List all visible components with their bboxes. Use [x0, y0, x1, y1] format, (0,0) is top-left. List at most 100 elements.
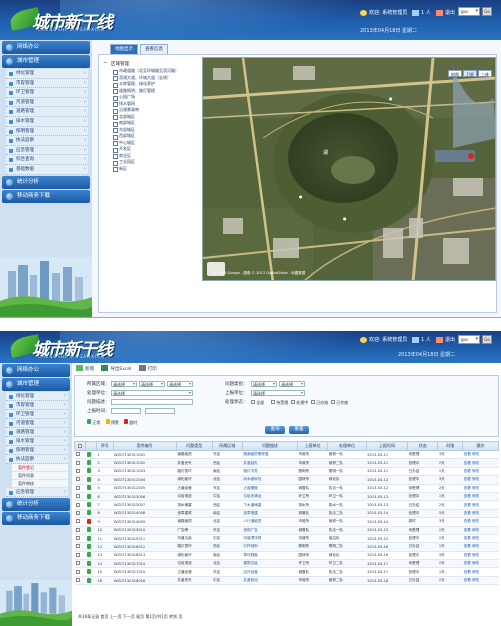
cell-4[interactable]: 违章搭建: [242, 509, 298, 519]
sidebar-section-office[interactable]: 网络办公: [2, 364, 70, 377]
row-checkbox[interactable]: [75, 544, 80, 549]
cell-10[interactable]: 查看 修改: [462, 534, 499, 544]
row-checkbox[interactable]: [75, 519, 80, 524]
sidebar-section-office[interactable]: 网络办公: [2, 41, 90, 54]
sidebar-item-6[interactable]: 照明管理: [6, 446, 68, 455]
row-checkbox-cell[interactable]: [74, 475, 86, 485]
cell-4[interactable]: 树木被砍伐: [242, 475, 298, 485]
sidebar-item-2[interactable]: 环卫管理: [6, 410, 68, 419]
table-row[interactable]: 16 WZCF130318016 井盖丢失 中区 井盖松动 市政所 维修二队 2013-03-…: [74, 576, 499, 586]
cell-4[interactable]: 井盖松动: [242, 576, 298, 586]
cell-4[interactable]: 路面破损需修复: [242, 450, 298, 460]
table-row[interactable]: 6 WZCF130313006 垃圾堆放 中区 垃圾未清运 环卫所 环卫一队 2013-03-…: [74, 492, 499, 502]
row-checkbox[interactable]: [75, 468, 80, 473]
table-row[interactable]: 3 WZCF130311003 路灯损坏 南区 路灯不亮 照明所 照明一队 2013-03-1…: [74, 467, 499, 477]
go-button[interactable]: Go: [482, 335, 492, 344]
sidebar-item-7[interactable]: 执法监察: [6, 136, 88, 146]
cell-4[interactable]: 下水道堵塞: [242, 500, 298, 510]
map-button-3d[interactable]: 三维: [478, 70, 492, 77]
row-checkbox-cell[interactable]: [74, 542, 86, 552]
row-checkbox-cell[interactable]: [74, 534, 86, 544]
sidebar-subitem-2[interactable]: 案件审核: [12, 480, 68, 488]
column-header-2[interactable]: 问题类型: [175, 441, 213, 451]
cell-10[interactable]: 查看 修改: [462, 458, 499, 468]
column-header-0[interactable]: 序号: [96, 441, 114, 451]
online-count[interactable]: 1 人: [412, 336, 431, 343]
satellite-map[interactable]: 湖 ● ● ● 地图 卫星 三维 © 2013 Google - 图像 © 2013…: [202, 57, 496, 281]
sidebar-section-download[interactable]: 移动商务下载: [2, 189, 90, 203]
column-header-5[interactable]: 上报单位: [296, 441, 329, 451]
cell-4[interactable]: 灯杆倾斜: [242, 542, 298, 552]
row-checkbox[interactable]: [75, 510, 80, 515]
filter-select-category[interactable]: 请选择: [251, 381, 277, 387]
cell-10[interactable]: 查看 修改: [462, 576, 499, 586]
table-row[interactable]: 9 WZCF130314009 道路破损 北区 人行道破损 市政所 维修一队 2013-03-…: [74, 517, 499, 527]
tab-map-display[interactable]: 地图显示: [110, 44, 138, 54]
sidebar-section-city[interactable]: 城市管理: [2, 378, 70, 391]
row-checkbox[interactable]: [75, 460, 80, 465]
sidebar-item-6[interactable]: 照明管理: [6, 126, 88, 137]
map-button-satellite[interactable]: 卫星: [463, 70, 477, 77]
sidebar-item-5[interactable]: 排水管理: [6, 116, 88, 127]
row-checkbox-cell[interactable]: [74, 450, 86, 460]
cell-10[interactable]: 查看 修改: [462, 492, 499, 502]
sidebar-item-3[interactable]: 河道管理: [6, 419, 68, 428]
cell-10[interactable]: 查看 修改: [462, 526, 499, 535]
cell-10[interactable]: 查看 修改: [462, 450, 499, 460]
table-row[interactable]: 11 WZCF130315011 河道污染 中区 河道漂浮物 河道所 保洁队 2013-03-…: [74, 534, 499, 544]
sidebar-item-0[interactable]: 绿化管理: [6, 69, 88, 79]
row-checkbox[interactable]: [75, 578, 80, 583]
filter-input-desc[interactable]: [111, 399, 193, 405]
table-row[interactable]: 7 WZCF130313007 排水堵塞 西区 下水道堵塞 排水所 排水一队 2013-03-…: [74, 500, 499, 510]
cell-10[interactable]: 查看 修改: [462, 559, 499, 569]
exit-link[interactable]: 退出: [436, 9, 455, 16]
column-header-3[interactable]: 所属区域: [211, 441, 243, 451]
row-checkbox[interactable]: [75, 569, 80, 574]
sidebar-section-city[interactable]: 城市管理: [2, 55, 90, 68]
sidebar-item-4[interactable]: 道路管理: [6, 428, 68, 437]
column-header-10[interactable]: 操作: [462, 441, 499, 451]
status-option-1[interactable]: 待受理: [271, 400, 288, 406]
row-checkbox-cell[interactable]: [74, 500, 86, 510]
sidebar-subitem-1[interactable]: 案件列表: [12, 472, 68, 480]
tab-view-info[interactable]: 查看信息: [140, 44, 168, 54]
cell-4[interactable]: 河道漂浮物: [242, 534, 298, 544]
cell-10[interactable]: 查看 修改: [462, 517, 499, 527]
filter-select-reporter[interactable]: 请选择: [251, 390, 305, 396]
cell-4[interactable]: 占道摆摊: [242, 484, 298, 493]
row-checkbox-cell[interactable]: [74, 467, 86, 477]
sidebar-section-stats[interactable]: 统计分析: [2, 175, 90, 189]
row-checkbox[interactable]: [75, 502, 80, 507]
filter-select-community[interactable]: 请选择: [167, 381, 193, 387]
tree-node-15[interactable]: 新区: [103, 166, 198, 173]
row-checkbox-cell[interactable]: [74, 517, 86, 527]
filter-input-date-end[interactable]: [145, 408, 175, 414]
row-checkbox[interactable]: [75, 561, 80, 566]
sidebar-item-7[interactable]: 执法监察: [6, 455, 68, 464]
map-button-map[interactable]: 地图: [448, 70, 462, 77]
lang-select[interactable]: gov: [458, 335, 480, 344]
filter-select-handler[interactable]: 请选择: [111, 390, 193, 396]
cell-10[interactable]: 查看 修改: [462, 509, 499, 519]
pager[interactable]: 共16条记录 首页 上一页 下一页 尾页 第1页/共1页 转到 页: [78, 614, 182, 620]
toolbar-print-button[interactable]: 打印: [138, 365, 157, 372]
table-row[interactable]: 15 WZCF130317015 占道经营 东区 店外经营 城管队 执法二队 2013-03-…: [74, 567, 499, 577]
sidebar-item-2[interactable]: 环卫管理: [6, 88, 88, 98]
toolbar-export-button[interactable]: 导出Excel: [101, 365, 131, 372]
cell-4[interactable]: 违规广告: [242, 526, 298, 535]
status-option-4[interactable]: 已作废: [331, 400, 348, 406]
sidebar-item-9[interactable]: 综合查询: [6, 155, 88, 165]
table-row[interactable]: 12 WZCF130316012 路灯损坏 西区 灯杆倾斜 照明所 照明二队 2013-03-…: [74, 542, 499, 552]
filter-select-subcategory[interactable]: 请选择: [279, 381, 305, 387]
sidebar-section-download[interactable]: 移动商务下载: [2, 512, 70, 525]
table-row[interactable]: 13 WZCF130316013 绿化破坏 南区 草坪践踏 园林所 绿化队 2013-03-1…: [74, 551, 499, 561]
row-checkbox[interactable]: [75, 485, 80, 490]
column-header-4[interactable]: 问题描述: [241, 441, 298, 451]
cell-10[interactable]: 查看 修改: [462, 567, 499, 577]
filter-input-date-start[interactable]: [111, 408, 141, 414]
table-row[interactable]: 1 WZCF130311001 道路破损 东区 路面破损需修复 市政所 维修一队 2013-0…: [74, 450, 499, 460]
cell-10[interactable]: 查看 修改: [462, 475, 499, 485]
sidebar-item-5[interactable]: 排水管理: [6, 437, 68, 446]
filter-select-district[interactable]: 请选择: [111, 381, 137, 387]
row-checkbox[interactable]: [75, 477, 80, 482]
